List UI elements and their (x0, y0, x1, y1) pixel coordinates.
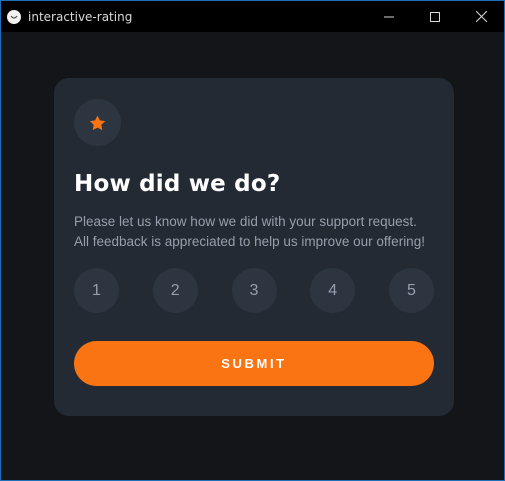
window-controls (366, 1, 504, 32)
close-icon (475, 11, 487, 22)
close-button[interactable] (458, 1, 504, 32)
rating-option-1[interactable]: 1 (74, 268, 119, 313)
card-description: Please let us know how we did with your … (74, 214, 425, 249)
star-badge (74, 99, 121, 146)
star-icon (89, 115, 106, 130)
rating-option-5[interactable]: 5 (389, 268, 434, 313)
app-icon (7, 9, 21, 24)
minimize-icon (384, 16, 394, 17)
title-bar[interactable]: interactive-rating (1, 1, 504, 32)
window-title: interactive-rating (28, 9, 133, 24)
rating-option-4[interactable]: 4 (310, 268, 356, 313)
maximize-icon (430, 11, 440, 22)
rating-option-2[interactable]: 2 (152, 268, 198, 313)
submit-button[interactable]: SUBMIT (74, 341, 434, 386)
rating-card: How did we do? Please let us know how we… (54, 78, 454, 416)
rating-options: 1 2 3 4 5 (74, 268, 434, 313)
maximize-button[interactable] (412, 1, 458, 32)
minimize-button[interactable] (366, 1, 412, 32)
rating-option-3[interactable]: 3 (231, 268, 277, 313)
card-heading: How did we do? (74, 171, 281, 197)
app-window: interactive-rating How did we do? Please… (0, 0, 505, 481)
